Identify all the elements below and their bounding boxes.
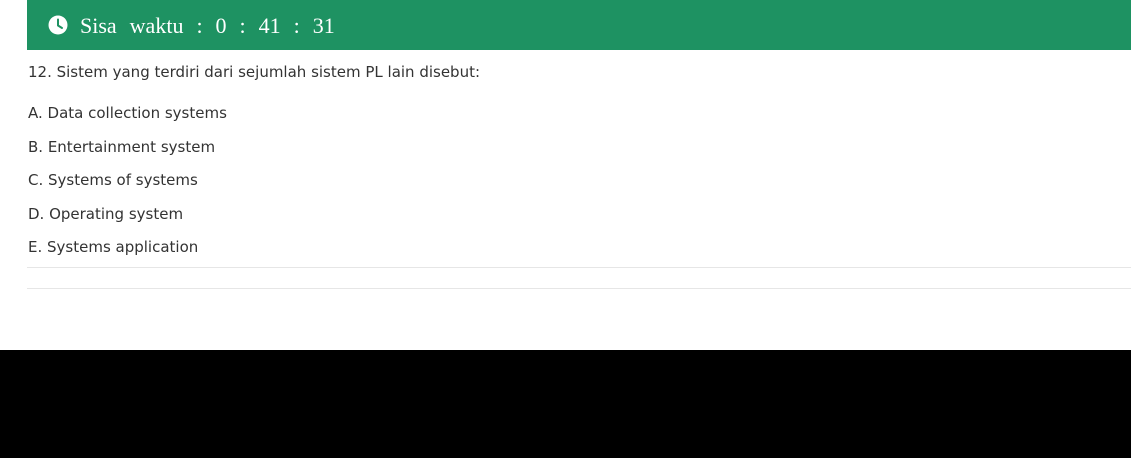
option-b[interactable]: B. Entertainment system xyxy=(28,136,227,170)
quiz-panel: Sisa waktu : 0 : 41 : 31 12. Sistem yang… xyxy=(0,0,1131,350)
option-e[interactable]: E. Systems application xyxy=(28,236,227,270)
option-d[interactable]: D. Operating system xyxy=(28,203,227,237)
answer-options: A. Data collection systems B. Entertainm… xyxy=(28,102,227,270)
divider xyxy=(27,288,1131,289)
option-a[interactable]: A. Data collection systems xyxy=(28,102,227,136)
divider xyxy=(27,267,1131,268)
timer-bar: Sisa waktu : 0 : 41 : 31 xyxy=(27,0,1131,50)
option-c[interactable]: C. Systems of systems xyxy=(28,169,227,203)
clock-icon xyxy=(48,15,68,35)
timer-remaining-text: Sisa waktu : 0 : 41 : 31 xyxy=(80,13,335,38)
question-text: 12. Sistem yang terdiri dari sejumlah si… xyxy=(28,63,481,81)
black-footer-area xyxy=(0,350,1131,458)
